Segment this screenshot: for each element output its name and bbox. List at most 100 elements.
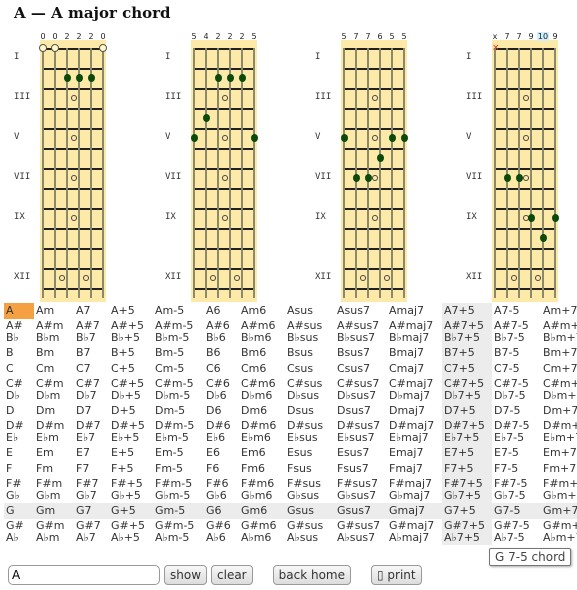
chord-cell[interactable]: Fm	[34, 461, 74, 477]
chord-link[interactable]: C	[6, 363, 32, 375]
chord-cell[interactable]: Gsus	[285, 503, 335, 519]
chord-link[interactable]: D♭m+7	[543, 390, 577, 402]
chord-link[interactable]: G♭7+5	[444, 490, 490, 502]
chord-link[interactable]: G6	[206, 505, 237, 517]
chord-link[interactable]: Gsus7	[337, 505, 385, 517]
chord-link[interactable]: Fm	[36, 463, 72, 475]
chord-cell[interactable]: Gmaj7	[387, 503, 442, 519]
chord-cell[interactable]: F# G♭	[4, 477, 34, 503]
chord-cell[interactable]: C#6 D♭6	[204, 377, 239, 403]
chord-link[interactable]: Dmaj7	[389, 405, 440, 417]
chord-link[interactable]: G♭m-5	[155, 490, 202, 502]
chord-link[interactable]: B+5	[111, 347, 151, 359]
chord-link[interactable]: G♭6	[206, 490, 237, 502]
chord-cell[interactable]: F#7 G♭7	[74, 477, 109, 503]
chord-cell[interactable]: C#m6 D♭m6	[239, 377, 285, 403]
chord-cell[interactable]: D6	[204, 403, 239, 419]
chord-link[interactable]: A7+5	[444, 305, 490, 317]
chord-link[interactable]: D♭sus	[287, 390, 333, 402]
chord-link[interactable]: G♭maj7	[389, 490, 440, 502]
chord-link[interactable]: A♭m6	[241, 532, 283, 544]
chord-link[interactable]: A♭	[6, 532, 32, 544]
chord-cell[interactable]: G6	[204, 503, 239, 519]
chord-cell[interactable]: A#maj7 B♭maj7	[387, 319, 442, 345]
chord-link[interactable]: G♭7	[76, 490, 107, 502]
chord-cell[interactable]: F#maj7 G♭maj7	[387, 477, 442, 503]
chord-link[interactable]: D♭m-5	[155, 390, 202, 402]
chord-link[interactable]: Esus7	[337, 447, 385, 459]
chord-link[interactable]: A7	[76, 305, 107, 317]
chord-cell[interactable]: C6	[204, 361, 239, 377]
chord-link[interactable]: A♭m+7	[543, 532, 577, 544]
chord-cell[interactable]: Cm+7	[541, 361, 577, 377]
chord-link[interactable]: G7	[76, 505, 107, 517]
chord-cell[interactable]: C#m-5 D♭m-5	[153, 377, 204, 403]
chord-cell[interactable]: F#m G♭m	[34, 477, 74, 503]
chord-cell[interactable]: A#m B♭m	[34, 319, 74, 345]
chord-link[interactable]: Em6	[241, 447, 283, 459]
chord-link[interactable]: D♭sus7	[337, 390, 385, 402]
chord-cell[interactable]: C#sus7 D♭sus7	[335, 377, 387, 403]
chord-link[interactable]: G7-5	[494, 505, 539, 517]
chord-cell[interactable]: C#+5 D♭+5	[109, 377, 153, 403]
chord-cell[interactable]: F#sus G♭sus	[285, 477, 335, 503]
chord-cell[interactable]: F6	[204, 461, 239, 477]
chord-link[interactable]: Gm-5	[155, 505, 202, 517]
chord-cell[interactable]: A7+5	[442, 303, 492, 319]
chord-link[interactable]: B♭m+7	[543, 332, 577, 344]
chord-link[interactable]: Am+7	[543, 305, 577, 317]
chord-link[interactable]: Dsus	[287, 405, 333, 417]
chord-link[interactable]: E♭maj7	[389, 432, 440, 444]
chord-cell[interactable]: Fm+7	[541, 461, 577, 477]
chord-cell[interactable]: Fsus	[285, 461, 335, 477]
chord-cell[interactable]: F#7+5 G♭7+5	[442, 477, 492, 503]
chord-cell[interactable]: C+5	[109, 361, 153, 377]
chord-cell[interactable]: Bsus7	[335, 345, 387, 361]
chord-link[interactable]: E7	[76, 447, 107, 459]
chord-cell[interactable]: B7-5	[492, 345, 541, 361]
chord-cell[interactable]: C	[4, 361, 34, 377]
chord-cell[interactable]: D	[4, 403, 34, 419]
chord-link[interactable]: A♭sus	[287, 532, 333, 544]
chord-cell[interactable]: D#m6 E♭m6	[239, 419, 285, 445]
chord-cell[interactable]: F	[4, 461, 34, 477]
chord-cell[interactable]: Esus7	[335, 445, 387, 461]
chord-link[interactable]: A♭7	[76, 532, 107, 544]
chord-link[interactable]: Em-5	[155, 447, 202, 459]
chord-link[interactable]: B♭maj7	[389, 332, 440, 344]
chord-cell[interactable]: G+5	[109, 503, 153, 519]
chord-cell[interactable]: B7	[74, 345, 109, 361]
chord-link[interactable]: A6	[206, 305, 237, 317]
chord-link[interactable]: E7+5	[444, 447, 490, 459]
chord-link[interactable]: G♭sus7	[337, 490, 385, 502]
chord-cell[interactable]: D#maj7 E♭maj7	[387, 419, 442, 445]
chord-link[interactable]: Gm6	[241, 505, 283, 517]
chord-link[interactable]: D♭maj7	[389, 390, 440, 402]
chord-cell[interactable]: Asus	[285, 303, 335, 319]
chord-link[interactable]: Asus	[287, 305, 333, 317]
chord-link[interactable]: D♭m	[36, 390, 72, 402]
chord-input[interactable]	[8, 565, 160, 585]
print-button[interactable]: ▯ print	[370, 565, 422, 585]
chord-link[interactable]: A+5	[111, 305, 151, 317]
chord-link[interactable]: Dm-5	[155, 405, 202, 417]
chord-cell[interactable]: F7	[74, 461, 109, 477]
chord-cell[interactable]: G#m+7A♭m+7	[541, 519, 577, 545]
chord-cell[interactable]: A#+5 B♭+5	[109, 319, 153, 345]
chord-link[interactable]: B♭m-5	[155, 332, 202, 344]
chord-link[interactable]: B♭7-5	[494, 332, 539, 344]
chord-link[interactable]: D7+5	[444, 405, 490, 417]
chord-link[interactable]: B7-5	[494, 347, 539, 359]
chord-cell[interactable]: D#6 E♭6	[204, 419, 239, 445]
chord-cell[interactable]: G#m6 A♭m6	[239, 519, 285, 545]
chord-cell[interactable]: G#6 A♭6	[204, 519, 239, 545]
chord-link[interactable]: F7	[76, 463, 107, 475]
chord-link[interactable]: B♭m6	[241, 332, 283, 344]
chord-cell[interactable]: Emaj7	[387, 445, 442, 461]
chord-link[interactable]: C+5	[111, 363, 151, 375]
chord-link[interactable]: F+5	[111, 463, 151, 475]
chord-link[interactable]: D6	[206, 405, 237, 417]
chord-cell[interactable]: B	[4, 345, 34, 361]
chord-link[interactable]: B♭	[6, 332, 32, 344]
chord-cell[interactable]: Csus	[285, 361, 335, 377]
